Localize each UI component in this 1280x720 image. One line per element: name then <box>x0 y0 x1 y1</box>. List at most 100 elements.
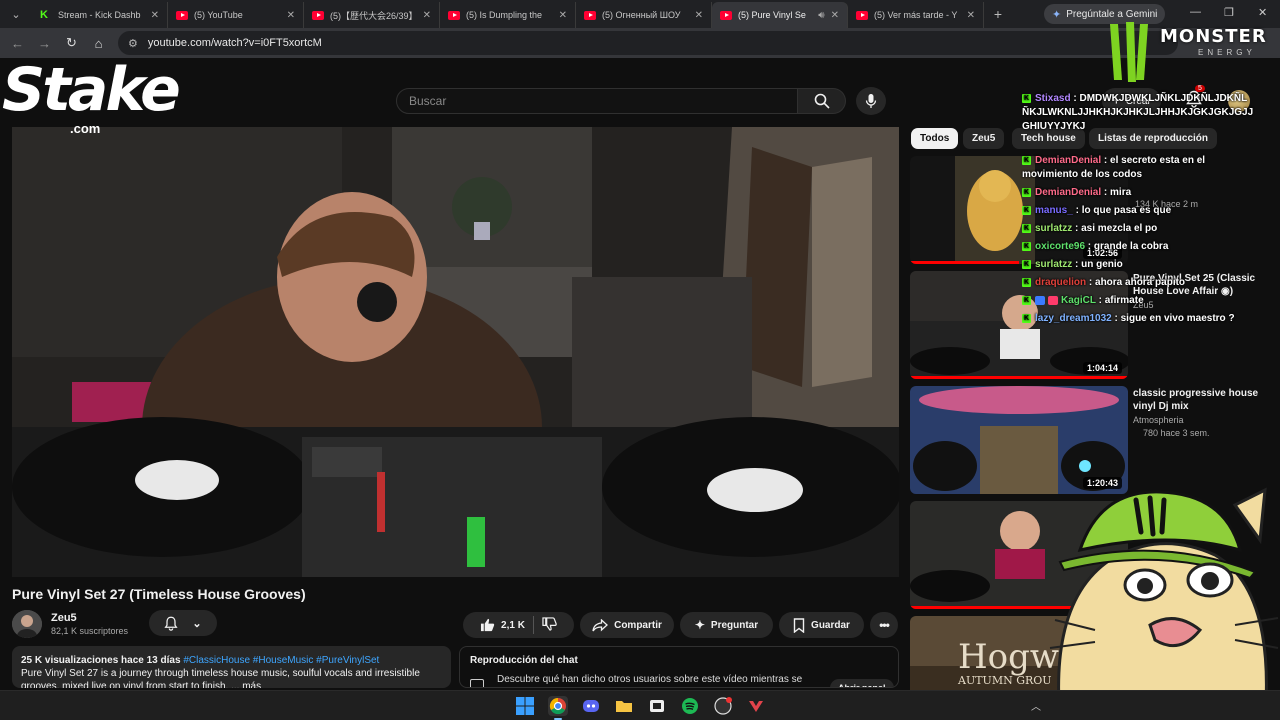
more-horizontal-icon: ••• <box>879 618 890 632</box>
more-actions-button[interactable]: ••• <box>870 612 898 638</box>
description-box[interactable]: 25 K visualizaciones hace 13 días #Class… <box>12 646 451 688</box>
thumbs-up-icon <box>481 618 495 632</box>
kick-badge-icon: K <box>1022 313 1031 323</box>
svg-text:AUTUMN GROU: AUTUMN GROU <box>957 674 1052 687</box>
emote-icon <box>1048 295 1058 305</box>
kick-badge-icon: K <box>1022 241 1031 251</box>
browser-tab-active[interactable]: (5) Pure Vinyl Se 🔊︎ ✕ <box>712 2 848 28</box>
stake-domain: .com <box>70 121 101 136</box>
speaker-icon[interactable]: 🔊︎ <box>818 10 824 21</box>
browser-tab[interactable]: (5) Огненный ШОУ ✕ <box>576 2 712 28</box>
url-field[interactable]: ⚙ youtube.com/watch?v=i0FT5xortcM <box>118 31 1178 55</box>
open-panel-button[interactable]: Abrir panel <box>830 679 894 687</box>
reload-icon[interactable]: ↻ <box>58 35 85 51</box>
tab-search-chevron-icon[interactable]: ⌄ <box>0 0 32 28</box>
chat-replay-title: Reproducción del chat <box>470 655 578 666</box>
tab-close-icon[interactable]: ✕ <box>287 10 295 21</box>
hashtags[interactable]: #ClassicHouse #HouseMusic #PureVinylSet <box>183 655 379 666</box>
windows-start-icon[interactable] <box>515 696 535 716</box>
chip-channel[interactable]: Zeu5 <box>963 128 1005 149</box>
chat-message: K DemianDenial : el secreto esta en el mo… <box>1022 155 1206 180</box>
chat-username: surlatzz <box>1035 223 1073 234</box>
share-button[interactable]: Compartir <box>580 612 674 638</box>
chat-text: ahora ahora papito <box>1095 277 1186 288</box>
forward-icon[interactable]: → <box>31 36 58 51</box>
tab-label: (5) YouTube <box>194 10 243 20</box>
sidebar-video-title[interactable]: classic progressive house vinyl Dj mix <box>1133 387 1263 413</box>
chat-message: K Stixasd : DMDWKJDWKLJÑKLJDKÑLJDKÑLÑKJLW… <box>1022 93 1254 132</box>
chat-message: Kmanus_ : lo que pasa es que <box>1022 205 1172 216</box>
sidebar-video-thumbnail[interactable]: 1:20:43 <box>910 386 1128 494</box>
chevron-down-icon: ⌄ <box>192 617 202 630</box>
monster-energy-logo: MONSTER ENERGY <box>1098 18 1280 86</box>
youtube-icon <box>584 10 596 20</box>
tab-close-icon[interactable]: ✕ <box>559 10 567 21</box>
browser-tab[interactable]: K Stream - Kick Dashb ✕ <box>32 2 168 28</box>
voice-search-button[interactable] <box>856 87 886 115</box>
browser-tab[interactable]: (5)【歴代大会26/39】 ✕ <box>304 2 440 28</box>
monster-wordmark: MONSTER <box>1160 26 1267 47</box>
kick-icon: K <box>40 9 48 21</box>
spotify-icon <box>682 698 698 714</box>
stake-logo: Stake .com <box>2 55 182 140</box>
chrome-taskbar-icon[interactable] <box>548 696 568 716</box>
video-player[interactable] <box>12 127 899 577</box>
search-button[interactable] <box>798 88 846 114</box>
search-icon <box>814 93 830 109</box>
like-button[interactable]: 2,1 K <box>480 618 525 632</box>
site-info-icon[interactable]: ⚙ <box>128 37 138 50</box>
tab-close-icon[interactable]: ✕ <box>423 10 431 21</box>
save-button[interactable]: Guardar <box>779 612 864 638</box>
subscribe-notifications-button[interactable]: ⌄ <box>149 610 217 636</box>
file-explorer-taskbar-icon[interactable] <box>614 696 634 716</box>
thumbs-down-icon <box>542 616 557 631</box>
monster-claw-icon <box>1110 22 1148 82</box>
dislike-button[interactable] <box>542 616 557 634</box>
youtube-icon <box>856 10 868 20</box>
tab-close-icon[interactable]: ✕ <box>695 10 703 21</box>
chat-message: Koxicorte96 : grande la cobra <box>1022 241 1169 252</box>
chat-message: K DemianDenial : mira <box>1022 187 1132 198</box>
view-meta: 25 K visualizaciones hace 13 días <box>21 655 181 666</box>
browser-tab[interactable]: (5) Is Dumpling the ✕ <box>440 2 576 28</box>
ask-button[interactable]: ✦ Preguntar <box>680 612 773 638</box>
video-duration: 1:04:14 <box>1082 362 1122 374</box>
kick-badge-icon: K <box>1022 259 1031 269</box>
browser-tab-bar: ⌄ K Stream - Kick Dashb ✕ (5) YouTube ✕ … <box>0 0 1280 28</box>
chat-username: manus_ <box>1035 205 1073 216</box>
kick-badge-icon: K <box>1022 187 1031 197</box>
chevron-up-icon[interactable]: ︿ <box>1031 698 1041 713</box>
tab-close-icon[interactable]: ✕ <box>967 10 975 21</box>
youtube-icon <box>720 10 732 20</box>
chat-text: asi mezcla el po <box>1081 223 1158 234</box>
subscriber-count: 82,1 K suscriptores <box>51 626 129 636</box>
spotify-taskbar-icon[interactable] <box>680 696 700 716</box>
discord-taskbar-icon[interactable] <box>581 696 601 716</box>
channel-name[interactable]: Zeu5 <box>51 612 77 624</box>
chat-username: surlatzz <box>1035 259 1073 270</box>
tab-label: (5) Ver más tarde - Y <box>874 10 958 20</box>
browser-tab[interactable]: (5) Ver más tarde - Y ✕ <box>848 2 984 28</box>
minimize-icon[interactable]: — <box>1190 6 1201 18</box>
tab-close-icon[interactable]: ✕ <box>831 10 839 21</box>
chip-all[interactable]: Todos <box>911 128 959 149</box>
channel-avatar[interactable] <box>12 610 42 638</box>
chat-text: afirmate <box>1104 295 1144 306</box>
app-taskbar-icon[interactable] <box>746 696 766 716</box>
kick-badge-icon: K <box>1022 93 1031 103</box>
home-icon[interactable]: ⌂ <box>85 36 112 51</box>
media-taskbar-icon[interactable] <box>647 696 667 716</box>
chat-text: sigue en vivo maestro ? <box>1120 313 1235 324</box>
obs-taskbar-icon[interactable] <box>713 696 733 716</box>
chat-text: lo que pasa es que <box>1081 205 1172 216</box>
sidebar-video-channel[interactable]: Atmospheria <box>1133 415 1184 425</box>
browser-tab[interactable]: (5) YouTube ✕ <box>168 2 304 28</box>
search-input[interactable]: Buscar <box>396 88 798 114</box>
windows-logo-icon <box>516 697 534 715</box>
bookmark-icon <box>793 617 805 633</box>
tab-close-icon[interactable]: ✕ <box>151 10 159 21</box>
sidebar-video-meta: 780 hace 3 sem. <box>1143 428 1210 438</box>
watch-progress-bar <box>910 376 1128 379</box>
back-icon[interactable]: ← <box>4 36 31 51</box>
new-tab-icon[interactable]: + <box>984 6 1012 22</box>
